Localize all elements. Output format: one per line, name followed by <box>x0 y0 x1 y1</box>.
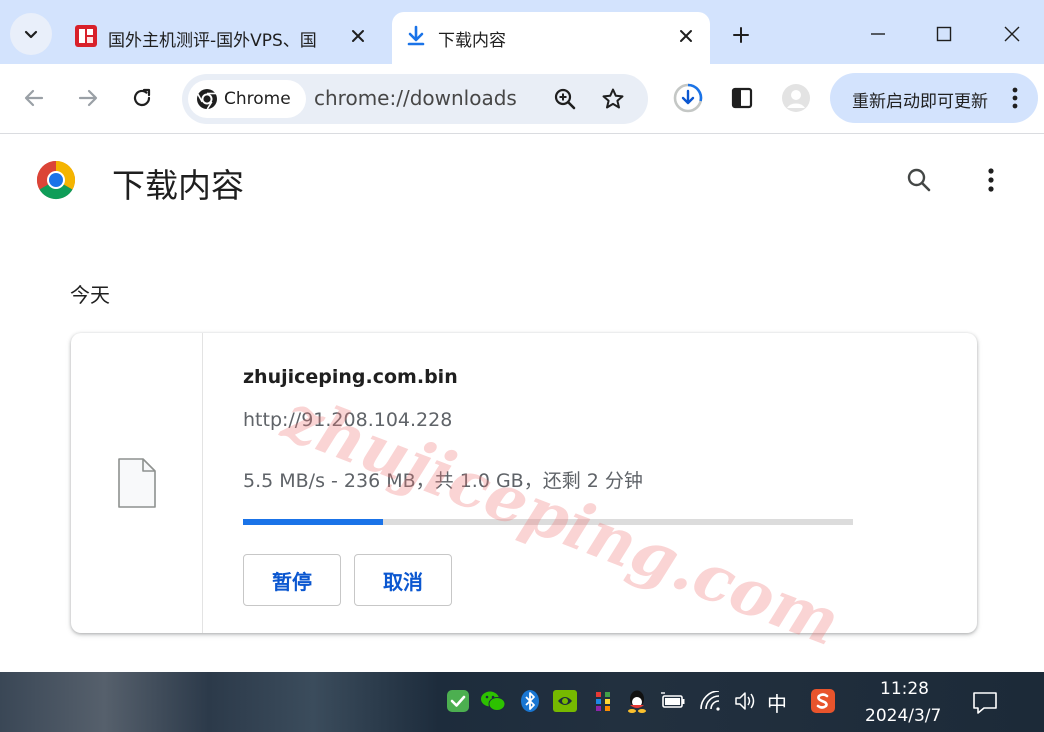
battery-icon[interactable] <box>660 688 686 714</box>
download-progress-bar <box>243 519 853 525</box>
file-name-link[interactable]: zhujiceping.com.bin <box>243 366 458 388</box>
tab-title: 国外主机测评-国外VPS、国 <box>108 31 317 51</box>
tab-zhujiceping[interactable]: 国外主机测评-国外VPS、国 <box>62 12 390 64</box>
notification-icon <box>973 692 997 714</box>
cancel-button[interactable]: 取消 <box>354 554 452 606</box>
chrome-icon <box>197 89 217 110</box>
tab-search-button[interactable] <box>10 13 52 55</box>
downloads-button[interactable] <box>670 80 706 116</box>
page-title: 下载内容 <box>112 166 244 205</box>
volume-icon[interactable] <box>732 688 758 714</box>
browser-window: 国外主机测评-国外VPS、国 下载内容 Chrome chrome://down… <box>0 0 1044 732</box>
more-vert-icon[interactable] <box>1004 85 1026 111</box>
taskbar: 中 11:28 2024/3/7 <box>0 672 1044 732</box>
reload-icon <box>133 88 151 107</box>
avatar-icon <box>782 84 810 112</box>
forward-button[interactable] <box>70 80 106 116</box>
chevron-down-icon <box>24 30 38 39</box>
search-downloads-button[interactable] <box>900 161 938 199</box>
close-icon <box>1004 26 1020 42</box>
close-icon[interactable] <box>344 22 372 50</box>
reload-button[interactable] <box>124 80 160 116</box>
wifi-icon[interactable] <box>698 688 724 714</box>
page-menu-button[interactable] <box>976 161 1006 199</box>
file-icon <box>118 458 156 508</box>
minimize-button[interactable] <box>856 12 900 56</box>
qq-icon[interactable] <box>624 688 650 714</box>
security-tray-icon[interactable] <box>445 688 471 714</box>
arrow-right-icon <box>78 89 98 107</box>
star-icon <box>602 88 624 109</box>
tab-title: 下载内容 <box>438 31 506 51</box>
profile-button[interactable] <box>778 80 814 116</box>
tab-downloads[interactable]: 下载内容 <box>392 12 710 64</box>
download-progress-icon <box>673 83 703 113</box>
wechat-icon[interactable] <box>480 688 506 714</box>
site-favicon-icon <box>75 25 97 47</box>
zoom-button[interactable] <box>550 84 580 114</box>
update-button[interactable]: 重新启动即可更新 <box>830 73 1038 123</box>
download-item-card: zhujiceping.com.bin http://91.208.104.22… <box>71 333 977 633</box>
update-label: 重新启动即可更新 <box>852 92 988 112</box>
ime-indicator[interactable]: 中 <box>767 688 787 717</box>
zoom-in-icon <box>554 88 576 110</box>
site-info-chip[interactable]: Chrome <box>188 80 306 118</box>
sogou-input-icon[interactable] <box>810 688 836 714</box>
download-status: 5.5 MB/s - 236 MB，共 1.0 GB，还剩 2 分钟 <box>243 470 643 492</box>
maximize-button[interactable] <box>922 12 966 56</box>
bluetooth-icon[interactable] <box>517 688 543 714</box>
file-icon-column <box>71 333 203 633</box>
bookmark-button[interactable] <box>598 84 628 114</box>
download-icon <box>407 25 425 46</box>
minimize-icon <box>871 33 885 35</box>
notification-center-button[interactable] <box>970 688 1000 718</box>
address-bar[interactable]: Chrome chrome://downloads <box>182 74 648 124</box>
date-section-label: 今天 <box>70 283 110 307</box>
plus-icon <box>733 27 749 43</box>
chip-label: Chrome <box>224 89 291 109</box>
window-close-button[interactable] <box>990 12 1034 56</box>
more-vert-icon <box>988 168 994 192</box>
pause-button[interactable]: 暂停 <box>243 554 341 606</box>
new-tab-button[interactable] <box>724 18 758 52</box>
chrome-logo-icon <box>36 160 76 200</box>
color-grid-icon[interactable] <box>590 688 616 714</box>
back-button[interactable] <box>16 80 52 116</box>
close-icon[interactable] <box>672 22 700 50</box>
arrow-left-icon <box>24 89 44 107</box>
url-text[interactable]: chrome://downloads <box>314 86 517 110</box>
downloads-page: 下载内容 今天 zhujiceping.com.bin http://91.20… <box>0 135 1044 672</box>
search-icon <box>907 168 931 192</box>
side-panel-icon <box>731 87 753 109</box>
toolbar: Chrome chrome://downloads 重新启动即可更新 <box>0 64 1044 134</box>
download-progress-fill <box>243 519 384 525</box>
tab-strip: 国外主机测评-国外VPS、国 下载内容 <box>0 0 1044 64</box>
maximize-icon <box>936 26 952 42</box>
clock-time[interactable]: 11:28 <box>880 679 929 699</box>
side-panel-button[interactable] <box>724 80 760 116</box>
clock-date[interactable]: 2024/3/7 <box>865 706 941 726</box>
source-url-link[interactable]: http://91.208.104.228 <box>243 409 452 431</box>
nvidia-icon[interactable] <box>552 688 578 714</box>
